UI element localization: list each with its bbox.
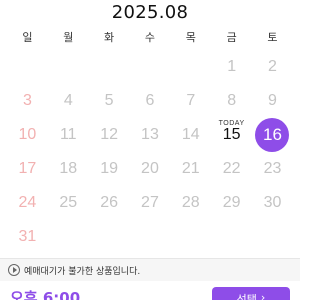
weekday-header: 일 월 화 수 목 금 토 (7, 30, 293, 46)
calendar-cell: 25 (48, 186, 89, 220)
calendar-cell (170, 50, 211, 84)
calendar-cell: 26 (89, 186, 130, 220)
calendar-cell (48, 50, 89, 84)
calendar-cell: 22 (211, 152, 252, 186)
play-circle-icon (8, 264, 20, 276)
calendar-day-selected[interactable]: 16 (255, 118, 290, 152)
calendar-cell (130, 220, 171, 254)
calendar-day: 2 (268, 58, 277, 75)
calendar-day: 25 (59, 194, 78, 211)
session-time: 오후 6:00 (10, 289, 81, 300)
calendar-grid: 1 2 3 4 5 6 7 8 9 10 11 12 13 14 15 TODAY 16 17 18 19 20 21 22… (7, 50, 293, 254)
calendar-cell: 30 (252, 186, 293, 220)
calendar-day: 4 (63, 92, 73, 109)
calendar-day: 18 (59, 160, 78, 177)
calendar-day: 22 (222, 160, 241, 177)
select-button[interactable]: 선택 › (212, 287, 290, 300)
calendar-cell: 4 (48, 84, 89, 118)
calendar-cell (130, 50, 171, 84)
calendar-day: 27 (141, 194, 159, 211)
calendar-day: 23 (263, 160, 282, 177)
calendar-cell: 3 (7, 84, 48, 118)
calendar-day: 28 (181, 194, 200, 211)
calendar-day: 19 (100, 160, 118, 177)
calendar-day: 26 (100, 194, 118, 211)
calendar-cell: 12 (89, 118, 130, 152)
calendar-day: 10 (18, 126, 37, 143)
calendar-cell: 7 (170, 84, 211, 118)
calendar-cell: 5 (89, 84, 130, 118)
calendar-day: 13 (141, 126, 159, 143)
calendar-day: 31 (18, 228, 37, 245)
calendar-cell: 29 (211, 186, 252, 220)
calendar-cell: 31 (7, 220, 48, 254)
calendar-cell: 27 (130, 186, 171, 220)
weekday-label: 토 (267, 31, 278, 44)
notice-bar: 예매대기가 불가한 상품입니다. (0, 259, 300, 281)
calendar-cell: 10 (7, 118, 48, 152)
calendar-day: 5 (104, 92, 114, 109)
calendar-cell: 28 (170, 186, 211, 220)
calendar-cell: 23 (252, 152, 293, 186)
chevron-right-icon: › (260, 291, 266, 300)
calendar-cell: 19 (89, 152, 130, 186)
calendar-day: 3 (22, 92, 32, 109)
calendar-day: 9 (268, 92, 277, 109)
session-row: 오후 6:00 선택 › (0, 283, 300, 300)
calendar-cell: 11 (48, 118, 89, 152)
weekday-label: 화 (104, 31, 115, 44)
calendar-cell (89, 220, 130, 254)
calendar-day: 14 (181, 126, 200, 143)
calendar-cell (252, 220, 293, 254)
weekday-label: 일 (22, 31, 33, 44)
notice-text: 예매대기가 불가한 상품입니다. (24, 266, 141, 277)
calendar-cell: 15 TODAY (211, 118, 252, 152)
weekday-label: 수 (144, 31, 156, 44)
calendar-day: 6 (145, 92, 155, 109)
calendar-cell: 21 (170, 152, 211, 186)
calendar-cell: 2 (252, 50, 293, 84)
calendar-day: 8 (227, 92, 237, 109)
calendar-cell (170, 220, 211, 254)
calendar-day: 11 (59, 126, 77, 143)
weekday-label: 금 (226, 31, 237, 44)
calendar-day: 17 (18, 160, 37, 177)
calendar-cell (89, 50, 130, 84)
calendar-cell: 24 (7, 186, 48, 220)
calendar-day: 30 (263, 194, 282, 211)
calendar-day: 20 (141, 160, 159, 177)
calendar-day: 12 (100, 126, 118, 143)
calendar-cell: 20 (130, 152, 171, 186)
weekday-label: 목 (185, 31, 196, 44)
calendar-cell: 18 (48, 152, 89, 186)
calendar-cell: 9 (252, 84, 293, 118)
calendar-cell: 17 (7, 152, 48, 186)
calendar-cell: 8 (211, 84, 252, 118)
calendar-day: 21 (181, 160, 200, 177)
calendar-cell (7, 50, 48, 84)
calendar-title: 2025.08 (111, 2, 189, 23)
calendar-cell: 16 (252, 118, 293, 152)
calendar-day: 29 (222, 194, 241, 211)
weekday-label: 월 (63, 31, 74, 44)
today-label: TODAY (218, 120, 245, 127)
calendar-day: 7 (186, 92, 196, 109)
calendar-day: 1 (227, 58, 237, 75)
calendar-cell: 14 (170, 118, 211, 152)
calendar-cell: 6 (130, 84, 171, 118)
calendar-day: 24 (18, 194, 37, 211)
calendar-cell: 13 (130, 118, 171, 152)
calendar-cell (48, 220, 89, 254)
calendar-cell (211, 220, 252, 254)
calendar-cell: 1 (211, 50, 252, 84)
select-button-label: 선택 (236, 293, 257, 300)
